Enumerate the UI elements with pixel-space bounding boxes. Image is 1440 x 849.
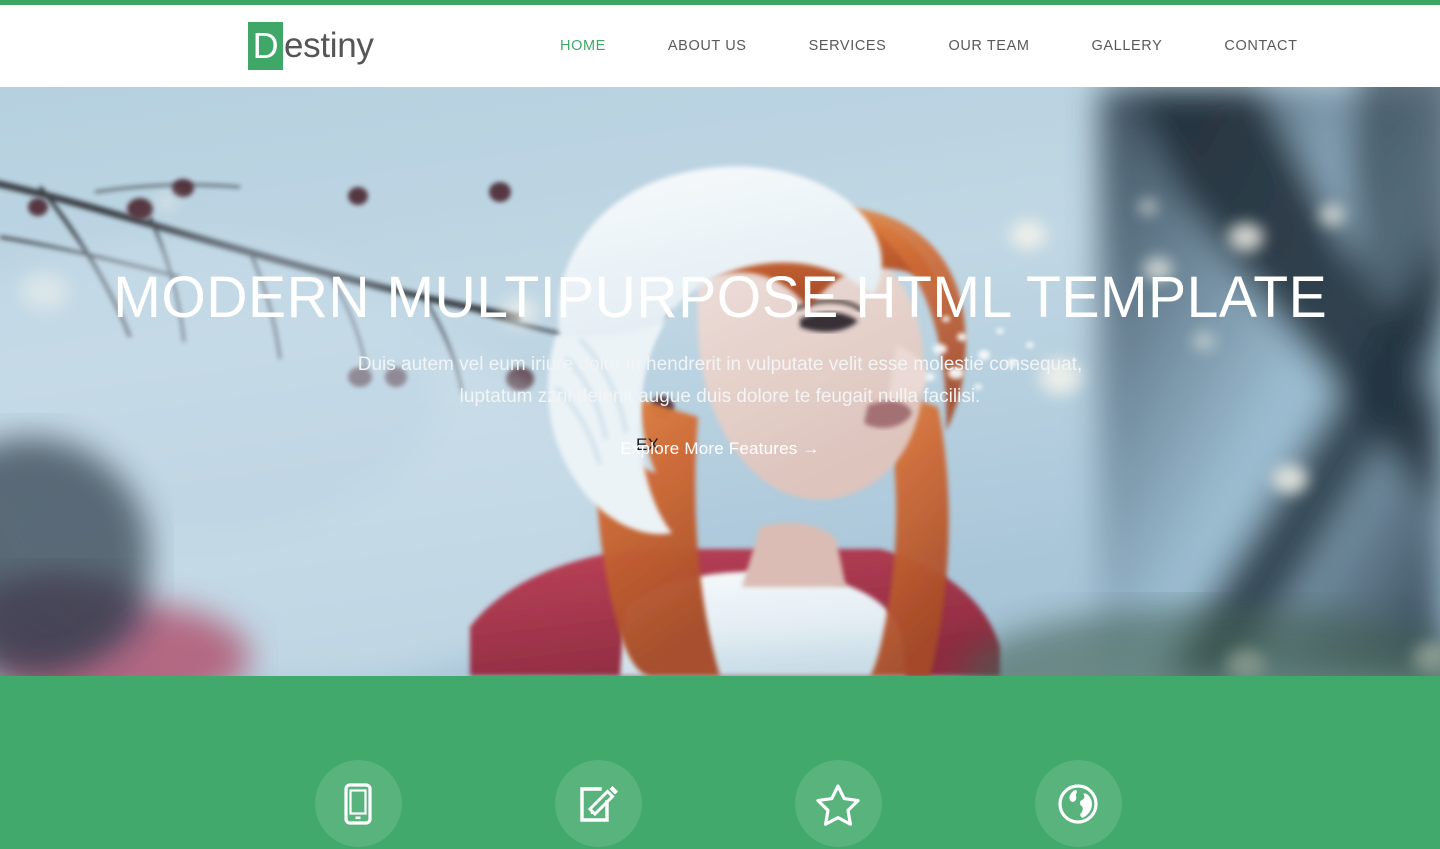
tablet-icon[interactable]	[314, 760, 402, 847]
service-item-3	[718, 676, 958, 847]
site-header: Destiny HOME ABOUT US SERVICES OUR TEAM …	[0, 5, 1440, 87]
services-icon-row	[0, 676, 1440, 849]
star-icon[interactable]	[794, 760, 882, 847]
hero-subtitle: Duis autem vel eum iriure dolor in hendr…	[357, 353, 1083, 407]
service-item-1	[238, 676, 478, 847]
hero-title: MODERN MULTIPURPOSE HTML TEMPLATE	[112, 264, 1328, 330]
nav-item-gallery[interactable]: GALLERY	[1092, 38, 1163, 54]
hero-section: MODERN MULTIPURPOSE HTML TEMPLATE Duis a…	[0, 87, 1440, 676]
hero-cta-container: EX Explore More Features →	[620, 435, 819, 463]
edit-pencil-square-icon[interactable]	[554, 760, 642, 847]
page-root: Destiny HOME ABOUT US SERVICES OUR TEAM …	[0, 0, 1440, 849]
nav-item-our-team[interactable]: OUR TEAM	[948, 38, 1029, 54]
service-item-4	[958, 676, 1198, 847]
hero-content: MODERN MULTIPURPOSE HTML TEMPLATE Duis a…	[0, 87, 1440, 676]
site-logo[interactable]: Destiny	[248, 22, 374, 70]
nav-item-about-us[interactable]: ABOUT US	[668, 38, 747, 54]
logo-text: estiny	[284, 26, 374, 65]
main-navigation: HOME ABOUT US SERVICES OUR TEAM GALLERY …	[560, 5, 1298, 87]
explore-more-features-link[interactable]: Explore More Features →	[620, 439, 819, 459]
nav-item-services[interactable]: SERVICES	[809, 38, 887, 54]
services-section	[0, 676, 1440, 849]
globe-icon[interactable]	[1034, 760, 1122, 847]
nav-item-contact[interactable]: CONTACT	[1224, 38, 1297, 54]
service-item-2	[478, 676, 718, 847]
logo-badge-letter: D	[248, 22, 283, 70]
nav-item-home[interactable]: HOME	[560, 38, 606, 54]
